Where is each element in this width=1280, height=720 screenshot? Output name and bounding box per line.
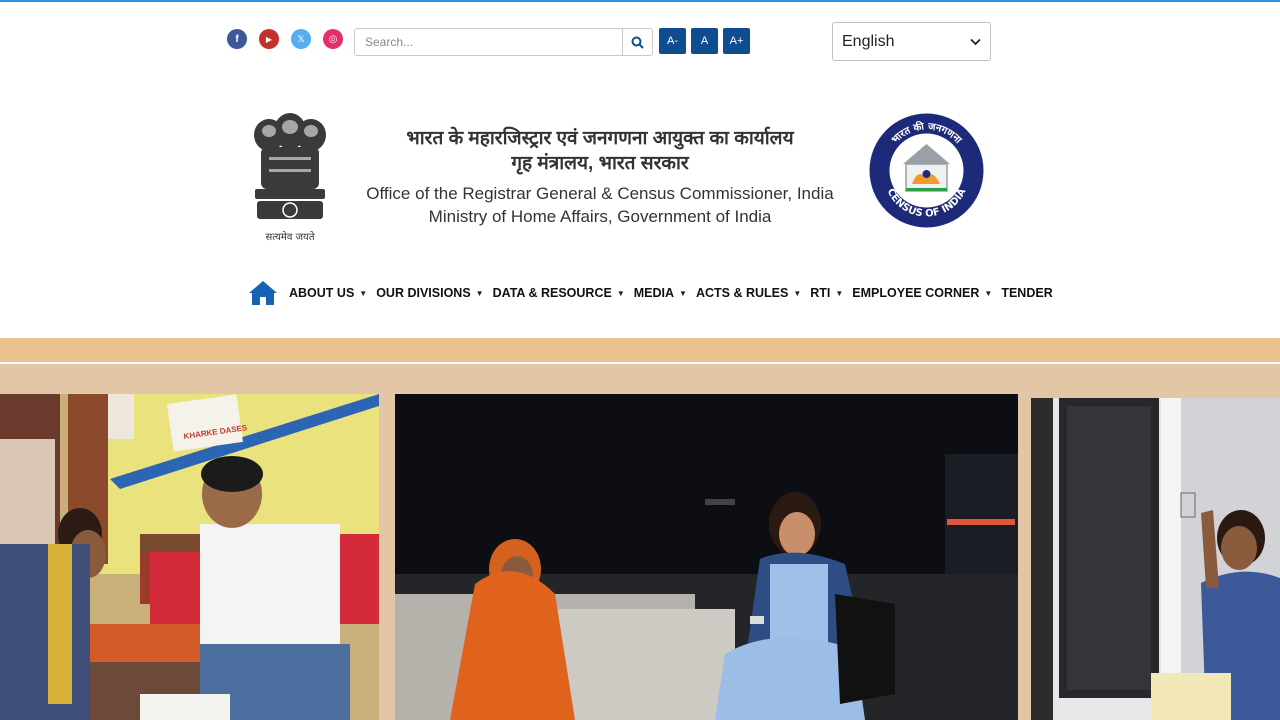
social-links: f ▶ 𝕏 ◎ — [227, 29, 343, 49]
caret-down-icon: ▼ — [835, 288, 844, 298]
language-selected-value: English — [842, 32, 895, 50]
search-box — [354, 28, 653, 56]
nav-item-media[interactable]: MEDIA ▼ — [634, 286, 687, 300]
nav-item-label: EMPLOYEE CORNER — [852, 286, 980, 300]
nav-item-employee-corner[interactable]: EMPLOYEE CORNER ▼ — [852, 286, 992, 300]
twitter-icon[interactable]: 𝕏 — [291, 29, 311, 49]
title-english-line-1: Office of the Registrar General & Census… — [366, 184, 834, 203]
title-english-line-2: Ministry of Home Affairs, Government of … — [428, 207, 772, 226]
chevron-down-icon — [970, 38, 981, 45]
nav-item-label: TENDER — [1001, 286, 1053, 300]
font-increase-button[interactable]: A+ — [723, 28, 750, 54]
title-hindi-line-2: गृह मंत्रालय, भारत सरकार — [511, 153, 689, 174]
nav-item-acts-rules[interactable]: ACTS & RULES ▼ — [696, 286, 801, 300]
nav-item-about-us[interactable]: ABOUT US ▼ — [289, 286, 367, 300]
banner-divider — [0, 362, 1280, 364]
banner-photo-house-marking — [1031, 398, 1280, 720]
top-accent-line — [0, 0, 1280, 2]
caret-down-icon: ▼ — [793, 288, 802, 298]
nav-item-label: OUR DIVISIONS — [376, 286, 471, 300]
nav-item-label: ACTS & RULES — [695, 286, 789, 300]
national-emblem-logo: सत्यमेव जयते — [254, 113, 326, 243]
nav-item-our-divisions[interactable]: OUR DIVISIONS ▼ — [376, 286, 483, 300]
font-size-controls: A- A A+ — [659, 28, 750, 54]
banner-photo-night-survey — [395, 394, 1018, 720]
nav-item-rti[interactable]: RTI ▼ — [810, 286, 843, 300]
caret-down-icon: ▼ — [679, 288, 687, 298]
nav-item-data-resource[interactable]: DATA & RESOURCE ▼ — [493, 286, 625, 300]
caret-down-icon: ▼ — [984, 288, 993, 298]
search-input[interactable] — [355, 29, 622, 55]
caret-down-icon: ▼ — [359, 288, 368, 298]
site-title-block: भारत के महारजिस्ट्रार एवं जनगणना आयुक्त … — [340, 126, 860, 228]
font-decrease-button[interactable]: A- — [659, 28, 686, 54]
instagram-icon[interactable]: ◎ — [323, 29, 343, 49]
font-normal-button[interactable]: A — [691, 28, 718, 54]
nav-item-label: ABOUT US — [289, 286, 355, 300]
search-button[interactable] — [622, 29, 652, 55]
youtube-icon[interactable]: ▶ — [259, 29, 279, 49]
facebook-icon[interactable]: f — [227, 29, 247, 49]
caret-down-icon: ▼ — [475, 288, 484, 298]
language-select[interactable]: English — [832, 22, 991, 61]
caret-down-icon: ▼ — [616, 288, 625, 298]
banner-stripe — [0, 338, 1280, 362]
nav-item-label: DATA & RESOURCE — [492, 286, 612, 300]
main-navigation: ABOUT US ▼ OUR DIVISIONS ▼ DATA & RESOURCE… — [248, 280, 1062, 306]
nav-item-label: RTI — [810, 286, 831, 300]
search-icon — [631, 36, 644, 49]
home-icon[interactable] — [248, 280, 278, 306]
census-of-india-logo: भारत की जनगणना CENSUS OF INDIA — [869, 113, 984, 228]
banner-photo-enumerators-indoor: KHARKE DASES — [0, 394, 379, 720]
nav-item-tender[interactable]: TENDER — [1001, 286, 1052, 300]
nav-item-label: MEDIA — [633, 286, 675, 300]
emblem-motto: सत्यमेव जयते — [265, 231, 314, 243]
title-hindi-line-1: भारत के महारजिस्ट्रार एवं जनगणना आयुक्त … — [406, 128, 794, 149]
